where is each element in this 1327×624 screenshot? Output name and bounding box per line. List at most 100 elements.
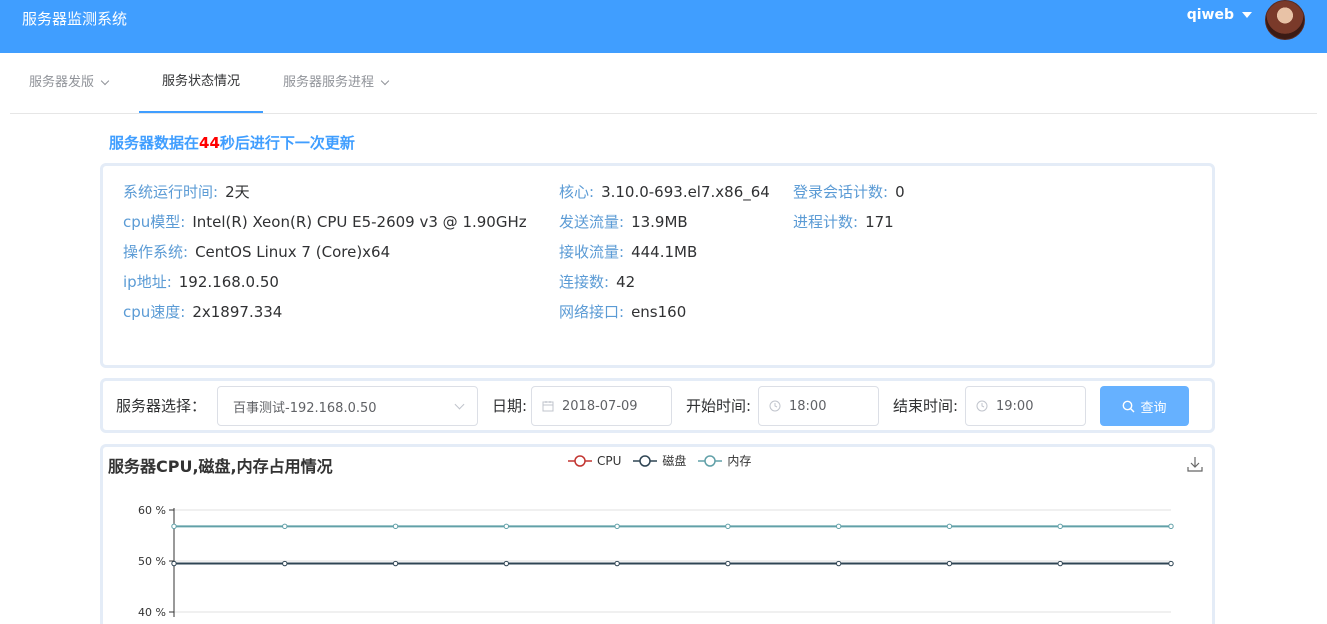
start-time-picker[interactable]: 18:00 [758,386,879,426]
nav-item-service-status[interactable]: 服务状态情况 [139,53,263,113]
y-tick-label: 60 % [138,504,166,517]
data-point [725,560,731,567]
info-label: 操作系统: [123,243,189,261]
start-time-label: 开始时间: [686,397,752,415]
server-select-value: 百事测试-192.168.0.50 [233,400,377,416]
clock-icon [769,400,781,412]
data-point [282,560,288,567]
chevron-down-icon [380,76,390,86]
info-sent-traffic: 发送流量: 13.9MB [559,211,688,232]
countdown-seconds: 44 [199,134,220,152]
info-label: 网络接口: [559,303,625,321]
update-notice-suffix: 秒后进行下一次更新 [219,134,355,152]
data-point [946,560,953,567]
usage-chart-card: 服务器CPU,磁盘,内存占用情况 CPU 磁盘 内存 60 % 50 % 40 % [100,444,1215,624]
info-label: 核心: [559,183,595,201]
info-label: 进程计数: [793,213,859,231]
data-point [614,523,620,530]
info-label: cpu模型: [123,213,186,231]
system-info-card: 系统运行时间: 2天 cpu模型: Intel(R) Xeon(R) CPU E5-… [100,163,1215,368]
data-point [614,560,620,567]
calendar-icon [542,401,554,412]
date-picker[interactable]: 2018-07-09 [531,386,672,426]
info-value: 3.10.0-693.el7.x86_64 [601,183,770,201]
info-cpu-speed: cpu速度: 2x1897.334 [123,301,282,322]
data-point [835,560,842,567]
start-time-value: 18:00 [789,398,827,414]
info-ip: ip地址: 192.168.0.50 [123,271,279,292]
caret-down-icon [1242,12,1252,18]
nav-item-server-processes[interactable]: 服务器服务进程 [264,53,407,113]
date-label: 日期: [492,397,528,415]
info-value: CentOS Linux 7 (Core)x64 [195,243,391,261]
query-button[interactable]: 查询 [1100,386,1189,426]
info-label: 接收流量: [559,243,625,261]
info-received-traffic: 接收流量: 444.1MB [559,241,697,262]
main-nav: 服务器发版 服务状态情况 服务器服务进程 [10,53,1317,114]
query-form: 服务器选择： 百事测试-192.168.0.50 日期: 2018-07-09 … [100,378,1215,433]
clock-icon [976,400,988,412]
nav-item-label: 服务状态情况 [161,74,240,89]
nav-item-label: 服务器发版 [29,75,95,90]
end-time-picker[interactable]: 19:00 [965,386,1086,426]
info-value: 2x1897.334 [192,303,283,321]
info-label: ip地址: [123,273,172,291]
info-value: ens160 [631,303,687,321]
info-label: cpu速度: [123,303,186,321]
info-network-interface: 网络接口: ens160 [559,301,686,322]
app-title: 服务器监测系统 [22,10,128,28]
top-header-bar: 服务器监测系统 qiweb [0,0,1327,53]
end-time-label: 结束时间: [893,397,959,415]
info-login-sessions: 登录会话计数: 0 [793,181,905,202]
avatar[interactable] [1265,0,1305,40]
nav-item-server-release[interactable]: 服务器发版 [10,53,127,113]
data-point [503,560,510,567]
data-point [1057,560,1063,567]
info-value: 42 [616,273,636,291]
info-label: 连接数: [559,273,610,291]
date-value: 2018-07-09 [562,398,638,414]
data-point [946,523,953,530]
info-label: 发送流量: [559,213,625,231]
search-icon [1123,400,1135,412]
info-kernel: 核心: 3.10.0-693.el7.x86_64 [559,181,770,202]
data-point [171,560,177,567]
info-value: 444.1MB [631,243,698,261]
user-menu[interactable]: qiweb [1187,7,1252,23]
data-point [725,523,731,530]
update-notice-prefix: 服务器数据在 [109,134,200,152]
info-value: 171 [865,213,894,231]
end-time-value: 19:00 [996,398,1034,414]
update-notice: 服务器数据在44秒后进行下一次更新 [109,132,355,153]
data-point [1168,560,1174,567]
info-os: 操作系统: CentOS Linux 7 (Core)x64 [123,241,390,262]
info-process-count: 进程计数: 171 [793,211,894,232]
data-point [1057,523,1063,530]
info-value: 13.9MB [631,213,688,231]
server-select[interactable]: 百事测试-192.168.0.50 [217,386,478,426]
info-value: 2天 [225,183,250,201]
nav-item-label: 服务器服务进程 [283,75,375,90]
data-point [392,523,399,530]
info-uptime: 系统运行时间: 2天 [123,181,250,202]
y-tick-label: 40 % [138,606,166,617]
server-select-label: 服务器选择： [116,397,207,415]
data-point [835,523,842,530]
info-label: 登录会话计数: [793,183,889,201]
data-point [392,560,399,567]
info-label: 系统运行时间: [123,183,219,201]
info-value: 0 [895,183,905,201]
data-point [503,523,510,530]
info-value: Intel(R) Xeon(R) CPU E5-2609 v3 @ 1.90GH… [192,213,527,231]
info-cpu-model: cpu模型: Intel(R) Xeon(R) CPU E5-2609 v3 @ … [123,211,527,232]
data-point [171,523,177,530]
data-point [282,523,288,530]
chevron-down-icon [454,399,465,410]
chevron-down-icon [100,76,110,86]
info-connections: 连接数: 42 [559,271,635,292]
query-button-label: 查询 [1140,400,1167,416]
y-tick-label: 50 % [138,555,166,568]
info-value: 192.168.0.50 [178,273,279,291]
usage-line-chart: 60 % 50 % 40 % [138,504,1174,617]
data-point [1168,523,1174,530]
